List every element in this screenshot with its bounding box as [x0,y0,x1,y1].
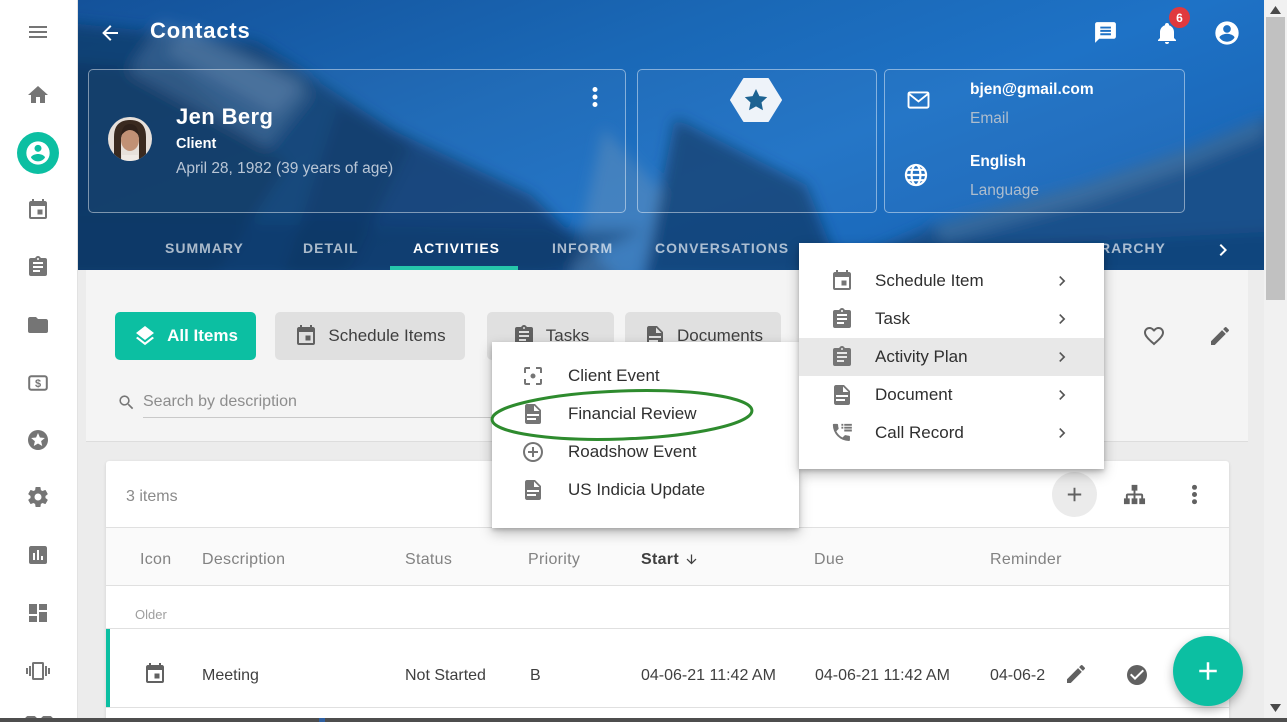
svg-text:$: $ [35,378,41,390]
